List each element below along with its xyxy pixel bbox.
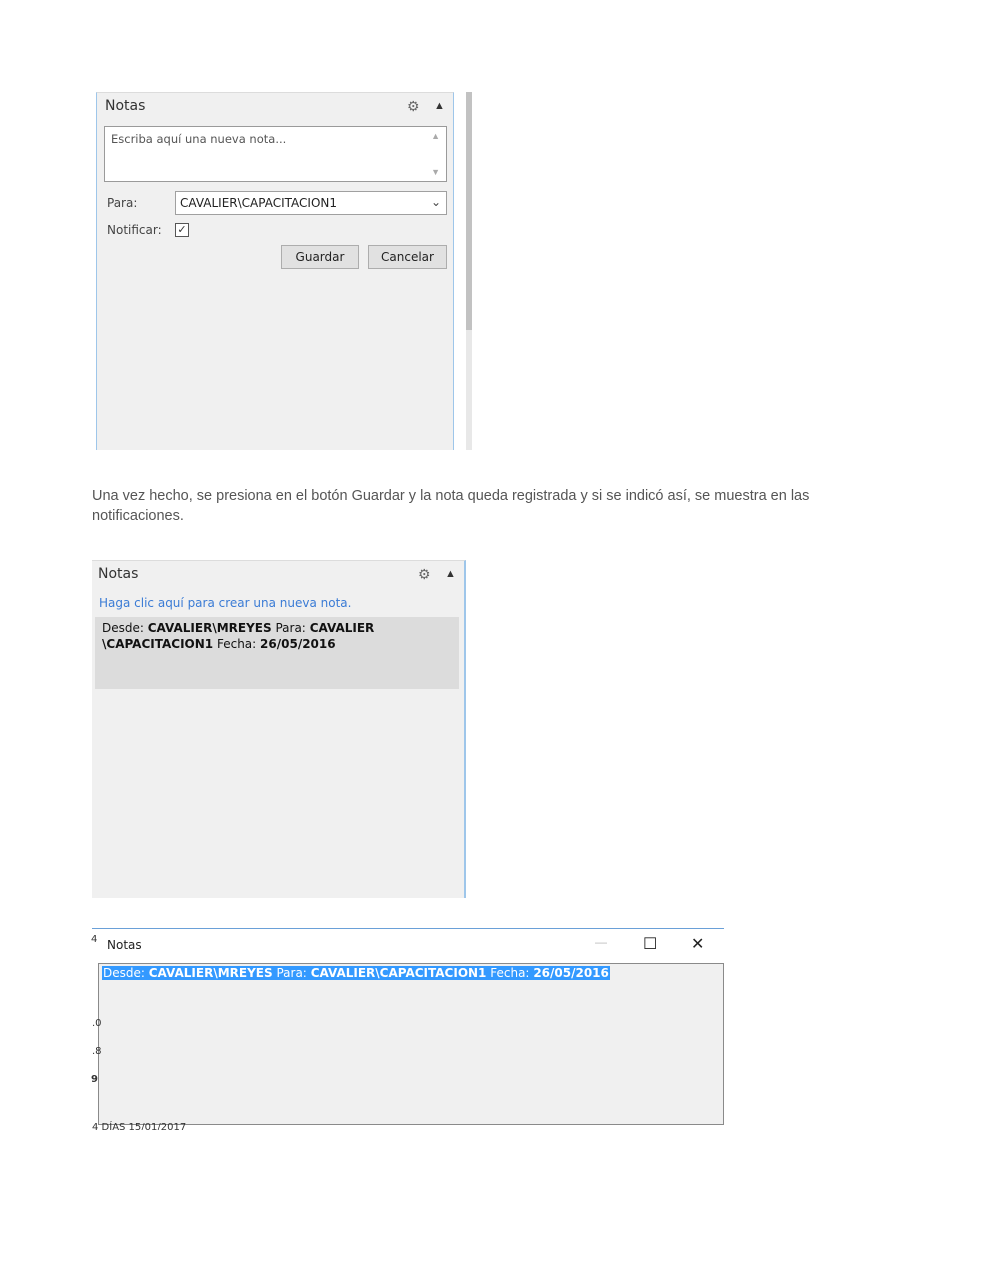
create-note-link[interactable]: Haga clic aquí para crear una nueva nota… bbox=[99, 596, 351, 610]
bg-fragment: 9 bbox=[91, 1074, 98, 1085]
chevron-down-icon: ⌄ bbox=[430, 195, 441, 209]
notes-panel-new: Notas ⚙ ▲ Escriba aquí una nueva nota...… bbox=[96, 92, 454, 450]
para-label: Para: bbox=[107, 196, 138, 210]
notify-checkbox[interactable]: ✓ bbox=[175, 223, 189, 237]
bg-fragment: .0 bbox=[92, 1018, 102, 1029]
scroll-up-icon[interactable]: ▲ bbox=[431, 131, 440, 141]
save-button[interactable]: Guardar bbox=[281, 245, 359, 269]
fecha-label: Fecha: bbox=[216, 637, 257, 651]
desde-label: Desde: bbox=[102, 621, 144, 635]
panel-scrollbar[interactable] bbox=[466, 92, 472, 450]
selected-note-line: Desde: CAVALIER\MREYES Para: CAVALIER\CA… bbox=[102, 966, 610, 980]
scrollbar-thumb[interactable] bbox=[466, 92, 472, 330]
notes-panel-list: Notas ⚙ ▲ Haga clic aquí para crear una … bbox=[92, 560, 466, 898]
para-value-2: \CAPACITACION1 bbox=[102, 637, 214, 651]
scroll-down-icon[interactable]: ▼ bbox=[431, 167, 440, 177]
chevron-up-icon[interactable]: ▲ bbox=[434, 100, 445, 112]
para-label: Para: bbox=[275, 621, 306, 635]
notify-label: Notificar: bbox=[107, 223, 162, 237]
chevron-up-icon[interactable]: ▲ bbox=[445, 568, 456, 580]
note-line-2: \CAPACITACION1 Fecha: 26/05/2016 bbox=[102, 637, 336, 651]
gear-icon[interactable]: ⚙ bbox=[418, 566, 431, 583]
panel-title: Notas bbox=[98, 566, 139, 582]
para-select[interactable]: CAVALIER\CAPACITACION1 ⌄ bbox=[175, 191, 447, 215]
minimize-button[interactable]: — bbox=[595, 935, 607, 949]
desde-value: CAVALIER\MREYES bbox=[147, 621, 272, 635]
para-select-value: CAVALIER\CAPACITACION1 bbox=[180, 196, 338, 210]
window-title: Notas bbox=[107, 938, 142, 952]
notes-window: Notas — ☐ ✕ Desde: CAVALIER\MREYES Para:… bbox=[92, 928, 724, 1130]
gear-icon[interactable]: ⚙ bbox=[407, 98, 420, 115]
panel-title: Notas bbox=[105, 98, 146, 114]
close-button[interactable]: ✕ bbox=[691, 934, 704, 954]
maximize-button[interactable]: ☐ bbox=[643, 934, 657, 954]
note-list-item[interactable]: Desde: CAVALIER\MREYES Para: CAVALIER \C… bbox=[95, 617, 459, 689]
textarea-placeholder: Escriba aquí una nueva nota... bbox=[111, 132, 287, 146]
bg-fragment: 4 bbox=[91, 934, 98, 945]
fecha-label: Fecha: bbox=[490, 966, 530, 980]
para-value-1: CAVALIER bbox=[309, 621, 375, 635]
body-paragraph: Una vez hecho, se presiona en el botón G… bbox=[92, 488, 810, 524]
notes-textarea[interactable]: Desde: CAVALIER\MREYES Para: CAVALIER\CA… bbox=[98, 963, 724, 1125]
note-line-1: Desde: CAVALIER\MREYES Para: CAVALIER bbox=[102, 621, 374, 635]
para-label: Para: bbox=[276, 966, 307, 980]
bg-fragment-bottom: 4 DÍAS 15/01/2017 bbox=[92, 1122, 187, 1130]
fecha-value: 26/05/2016 bbox=[260, 637, 336, 651]
desde-value: CAVALIER\MREYES bbox=[148, 966, 273, 980]
fecha-value: 26/05/2016 bbox=[533, 966, 609, 980]
desde-label: Desde: bbox=[103, 966, 145, 980]
new-note-textarea[interactable]: Escriba aquí una nueva nota... ▲ ▼ bbox=[104, 126, 447, 182]
para-value: CAVALIER\CAPACITACION1 bbox=[310, 966, 487, 980]
cancel-button[interactable]: Cancelar bbox=[368, 245, 447, 269]
bg-fragment: .8 bbox=[92, 1046, 102, 1057]
